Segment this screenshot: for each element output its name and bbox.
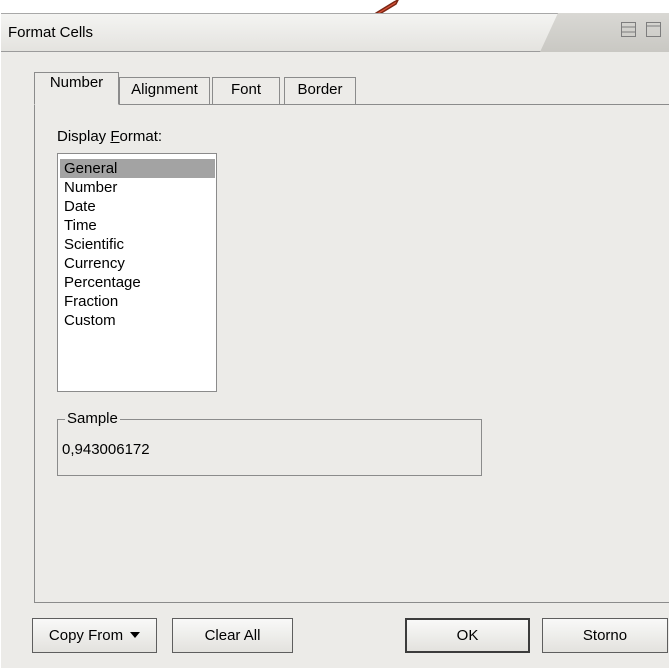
copy-from-button[interactable]: Copy From <box>32 618 157 653</box>
list-item[interactable]: Number <box>60 178 215 197</box>
list-item[interactable]: Time <box>60 216 215 235</box>
restore-icon[interactable] <box>620 21 637 38</box>
list-item[interactable]: Custom <box>60 311 215 330</box>
list-item[interactable]: Scientific <box>60 235 215 254</box>
list-item[interactable]: General <box>60 159 215 178</box>
tab-border[interactable]: Border <box>284 77 356 105</box>
sample-title: Sample <box>65 410 120 427</box>
list-item[interactable]: Percentage <box>60 273 215 292</box>
display-format-list[interactable]: General Number Date Time Scientific Curr… <box>57 153 217 392</box>
chevron-down-icon <box>130 632 141 638</box>
maximize-icon[interactable] <box>645 21 662 38</box>
list-item[interactable]: Currency <box>60 254 215 273</box>
clear-all-button[interactable]: Clear All <box>172 618 293 653</box>
list-item[interactable]: Date <box>60 197 215 216</box>
list-item[interactable]: Fraction <box>60 292 215 311</box>
ok-button[interactable]: OK <box>405 618 530 653</box>
tab-number[interactable]: Number <box>34 72 119 105</box>
cancel-button[interactable]: Storno <box>542 618 668 653</box>
tab-alignment[interactable]: Alignment <box>119 77 210 105</box>
format-cells-dialog: Format Cells Number Alignment Font Borde… <box>0 0 669 668</box>
tab-font[interactable]: Font <box>212 77 280 105</box>
display-format-label: Display Format: <box>57 128 163 145</box>
sample-value: 0,943006172 <box>62 441 150 458</box>
window-title: Format Cells <box>8 24 94 41</box>
